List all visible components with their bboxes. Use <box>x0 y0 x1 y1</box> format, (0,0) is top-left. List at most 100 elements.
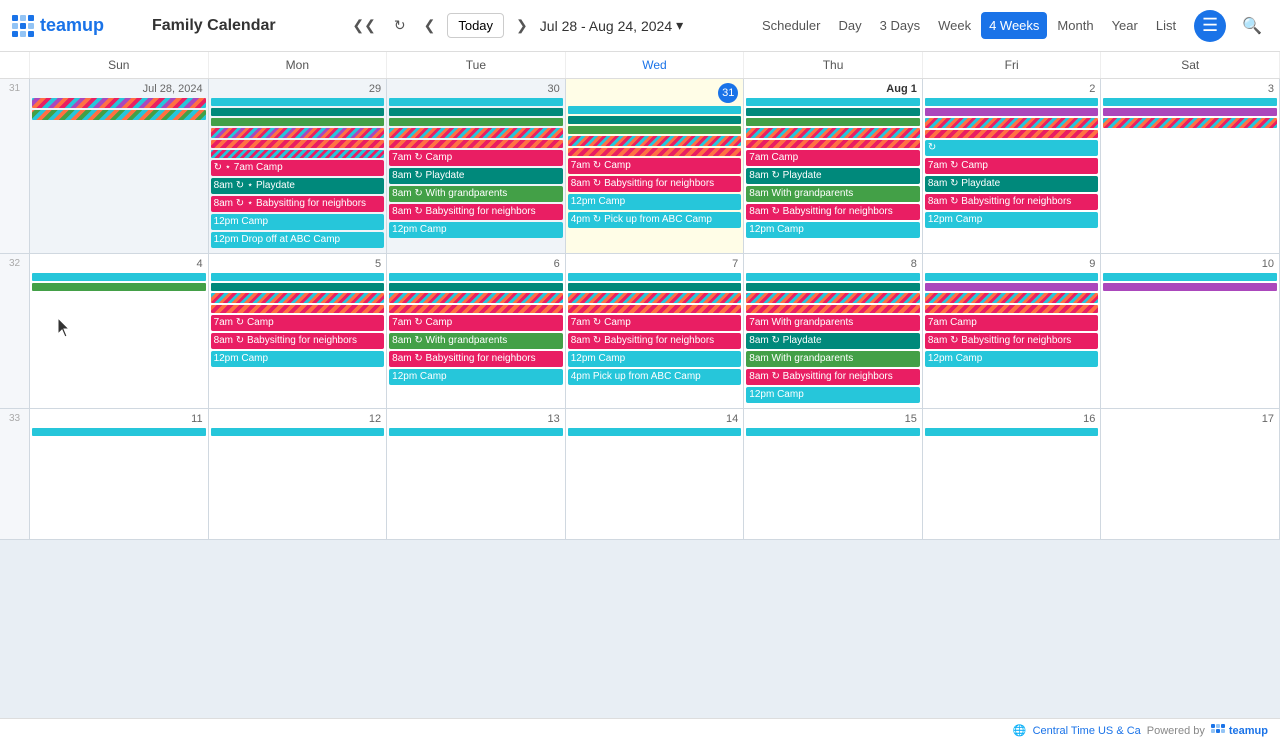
view-week-button[interactable]: Week <box>930 12 979 39</box>
evt-12pm-camp[interactable]: 12pm Camp <box>389 222 563 238</box>
refresh-button[interactable]: ↻ <box>388 13 412 38</box>
day-cell-14[interactable]: 14 <box>566 409 745 539</box>
view-month-button[interactable]: Month <box>1049 12 1101 39</box>
evt-dropoff-12pm[interactable]: 12pm Drop off at ABC Camp <box>211 232 385 248</box>
band2[interactable] <box>211 283 385 291</box>
day-cell-29[interactable]: 29 ↻ ⋆ 7am Camp 8am ↻ ⋆ Playdate 8am ↻ ⋆… <box>209 79 388 253</box>
band1[interactable] <box>389 273 563 281</box>
band1[interactable] <box>32 273 206 281</box>
today-button[interactable]: Today <box>447 13 504 38</box>
band1[interactable] <box>925 428 1099 436</box>
evt-pickup-4pm[interactable]: 4pm Pick up from ABC Camp <box>568 369 742 385</box>
evt-7am-camp[interactable]: 7am ↻ Camp <box>211 315 385 331</box>
timezone-link[interactable]: Central Time US & Ca <box>1033 725 1141 737</box>
band-striped2[interactable] <box>925 305 1099 313</box>
day-cell-12[interactable]: 12 <box>209 409 388 539</box>
day-cell-3[interactable]: 3 <box>1101 79 1280 253</box>
logo[interactable]: teamup <box>12 15 142 37</box>
band2[interactable] <box>925 108 1099 116</box>
band-striped[interactable] <box>925 118 1099 128</box>
evt-12pm-camp[interactable]: 12pm Camp <box>211 351 385 367</box>
day-cell-17[interactable]: 17 <box>1101 409 1280 539</box>
band-striped[interactable] <box>211 293 385 303</box>
band-striped[interactable] <box>389 128 563 138</box>
evt-refresh1[interactable]: ↻ <box>925 140 1099 156</box>
evt-7am-camp[interactable]: 7am With grandparents <box>746 315 920 331</box>
evt-8am-babysitting[interactable]: 8am ↻ Babysitting for neighbors <box>211 333 385 349</box>
band1[interactable] <box>211 428 385 436</box>
day-cell-8[interactable]: 8 7am With grandparents 8am ↻ Playdate 8… <box>744 254 923 408</box>
band-striped2[interactable] <box>211 140 385 148</box>
day-cell-11[interactable]: 11 <box>30 409 209 539</box>
band1[interactable] <box>925 273 1099 281</box>
band-striped[interactable] <box>746 293 920 303</box>
view-day-button[interactable]: Day <box>830 12 869 39</box>
evt-8am-grandparents[interactable]: 8am ↻ With grandparents <box>389 333 563 349</box>
evt-8am-babysitting[interactable]: 8am ↻ Babysitting for neighbors <box>925 333 1099 349</box>
evt-12pm-camp[interactable]: 12pm Camp <box>568 351 742 367</box>
day-cell-5[interactable]: 5 7am ↻ Camp 8am ↻ Babysitting for neigh… <box>209 254 388 408</box>
evt-babysitting-8am[interactable]: 8am ↻ ⋆ Babysitting for neighbors <box>211 196 385 212</box>
evt-camp-12pm[interactable]: 12pm Camp <box>211 214 385 230</box>
band-striped2[interactable] <box>389 305 563 313</box>
nav-prev-button[interactable]: ❮ <box>418 13 442 38</box>
view-3days-button[interactable]: 3 Days <box>872 12 928 39</box>
evt-7am-camp[interactable]: 7am ↻ Camp <box>389 315 563 331</box>
day-cell-30[interactable]: 30 7am ↻ Camp 8am ↻ Playdate 8am ↻ With … <box>387 79 566 253</box>
band2[interactable] <box>32 283 206 291</box>
evt-8am-playdate[interactable]: 8am ↻ Playdate <box>746 333 920 349</box>
day-cell-13[interactable]: 13 <box>387 409 566 539</box>
band-green[interactable] <box>211 118 385 126</box>
band-cyan[interactable] <box>211 98 385 106</box>
evt-8am-babysitting-wed[interactable]: 8am ↻ Babysitting for neighbors <box>568 176 742 192</box>
band2[interactable] <box>746 283 920 291</box>
band-striped3[interactable] <box>211 150 385 158</box>
day-cell-6[interactable]: 6 7am ↻ Camp 8am ↻ With grandparents 8am… <box>387 254 566 408</box>
band1[interactable] <box>389 428 563 436</box>
evt-8am-babysitting[interactable]: 8am ↻ Babysitting for neighbors <box>925 194 1099 210</box>
evt-pickup[interactable]: 4pm ↻ Pick up from ABC Camp <box>568 212 742 228</box>
band-striped2[interactable] <box>389 140 563 148</box>
band2[interactable] <box>568 116 742 124</box>
all-day-band[interactable] <box>32 98 206 108</box>
band1[interactable] <box>1103 273 1277 281</box>
view-4weeks-button[interactable]: 4 Weeks <box>981 12 1047 39</box>
nav-next-button[interactable]: ❯ <box>510 13 534 38</box>
day-cell-16[interactable]: 16 <box>923 409 1102 539</box>
evt-camp-7am[interactable]: ↻ ⋆ 7am Camp <box>211 160 385 176</box>
evt-8am-grandparents[interactable]: 8am ↻ With grandparents <box>389 186 563 202</box>
date-range-display[interactable]: Jul 28 - Aug 24, 2024 ▾ <box>540 17 683 34</box>
evt-7am-camp[interactable]: 7am Camp <box>746 150 920 166</box>
day-cell-aug1[interactable]: Aug 1 7am Camp 8am ↻ Playdate 8am With g… <box>744 79 923 253</box>
evt-7am-camp[interactable]: 7am ↻ Camp <box>568 315 742 331</box>
band-striped[interactable] <box>925 293 1099 303</box>
evt-12pm-camp[interactable]: 12pm Camp <box>568 194 742 210</box>
evt-12pm-camp[interactable]: 12pm Camp <box>925 351 1099 367</box>
evt-12pm-camp[interactable]: 12pm Camp <box>746 387 920 403</box>
evt-7am-camp[interactable]: 7am ↻ Camp <box>925 158 1099 174</box>
view-list-button[interactable]: List <box>1148 12 1184 39</box>
evt-7am-camp[interactable]: 7am ↻ Camp <box>389 150 563 166</box>
day-cell-jul28[interactable]: Jul 28, 2024 <box>30 79 209 253</box>
band-striped2[interactable] <box>925 130 1099 138</box>
day-cell-2[interactable]: 2 ↻ 7am ↻ Camp 8am ↻ Playdate 8am ↻ Baby… <box>923 79 1102 253</box>
band2[interactable] <box>389 283 563 291</box>
band-striped2[interactable] <box>746 140 920 148</box>
nav-prev-prev-button[interactable]: ❮❮ <box>346 13 381 38</box>
evt-8am-babysitting[interactable]: 8am ↻ Babysitting for neighbors <box>389 351 563 367</box>
evt-7am-camp[interactable]: 7am ↻ Camp <box>568 158 742 174</box>
band1[interactable] <box>389 98 563 106</box>
day-cell-31[interactable]: 31 7am ↻ Camp 8am ↻ Babysitting for neig… <box>566 79 745 253</box>
view-scheduler-button[interactable]: Scheduler <box>754 12 829 39</box>
day-cell-15[interactable]: 15 <box>744 409 923 539</box>
band1[interactable] <box>568 428 742 436</box>
evt-playdate-8am[interactable]: 8am ↻ ⋆ Playdate <box>211 178 385 194</box>
band1[interactable] <box>211 273 385 281</box>
evt-8am-babysitting[interactable]: 8am ↻ Babysitting for neighbors <box>389 204 563 220</box>
evt-8am-playdate[interactable]: 8am ↻ Playdate <box>925 176 1099 192</box>
evt-8am-babysitting-wed[interactable]: 8am ↻ Babysitting for neighbors <box>568 333 742 349</box>
band-striped[interactable] <box>568 293 742 303</box>
band-striped[interactable] <box>1103 118 1277 128</box>
evt-12pm-camp[interactable]: 12pm Camp <box>389 369 563 385</box>
band3[interactable] <box>568 126 742 134</box>
